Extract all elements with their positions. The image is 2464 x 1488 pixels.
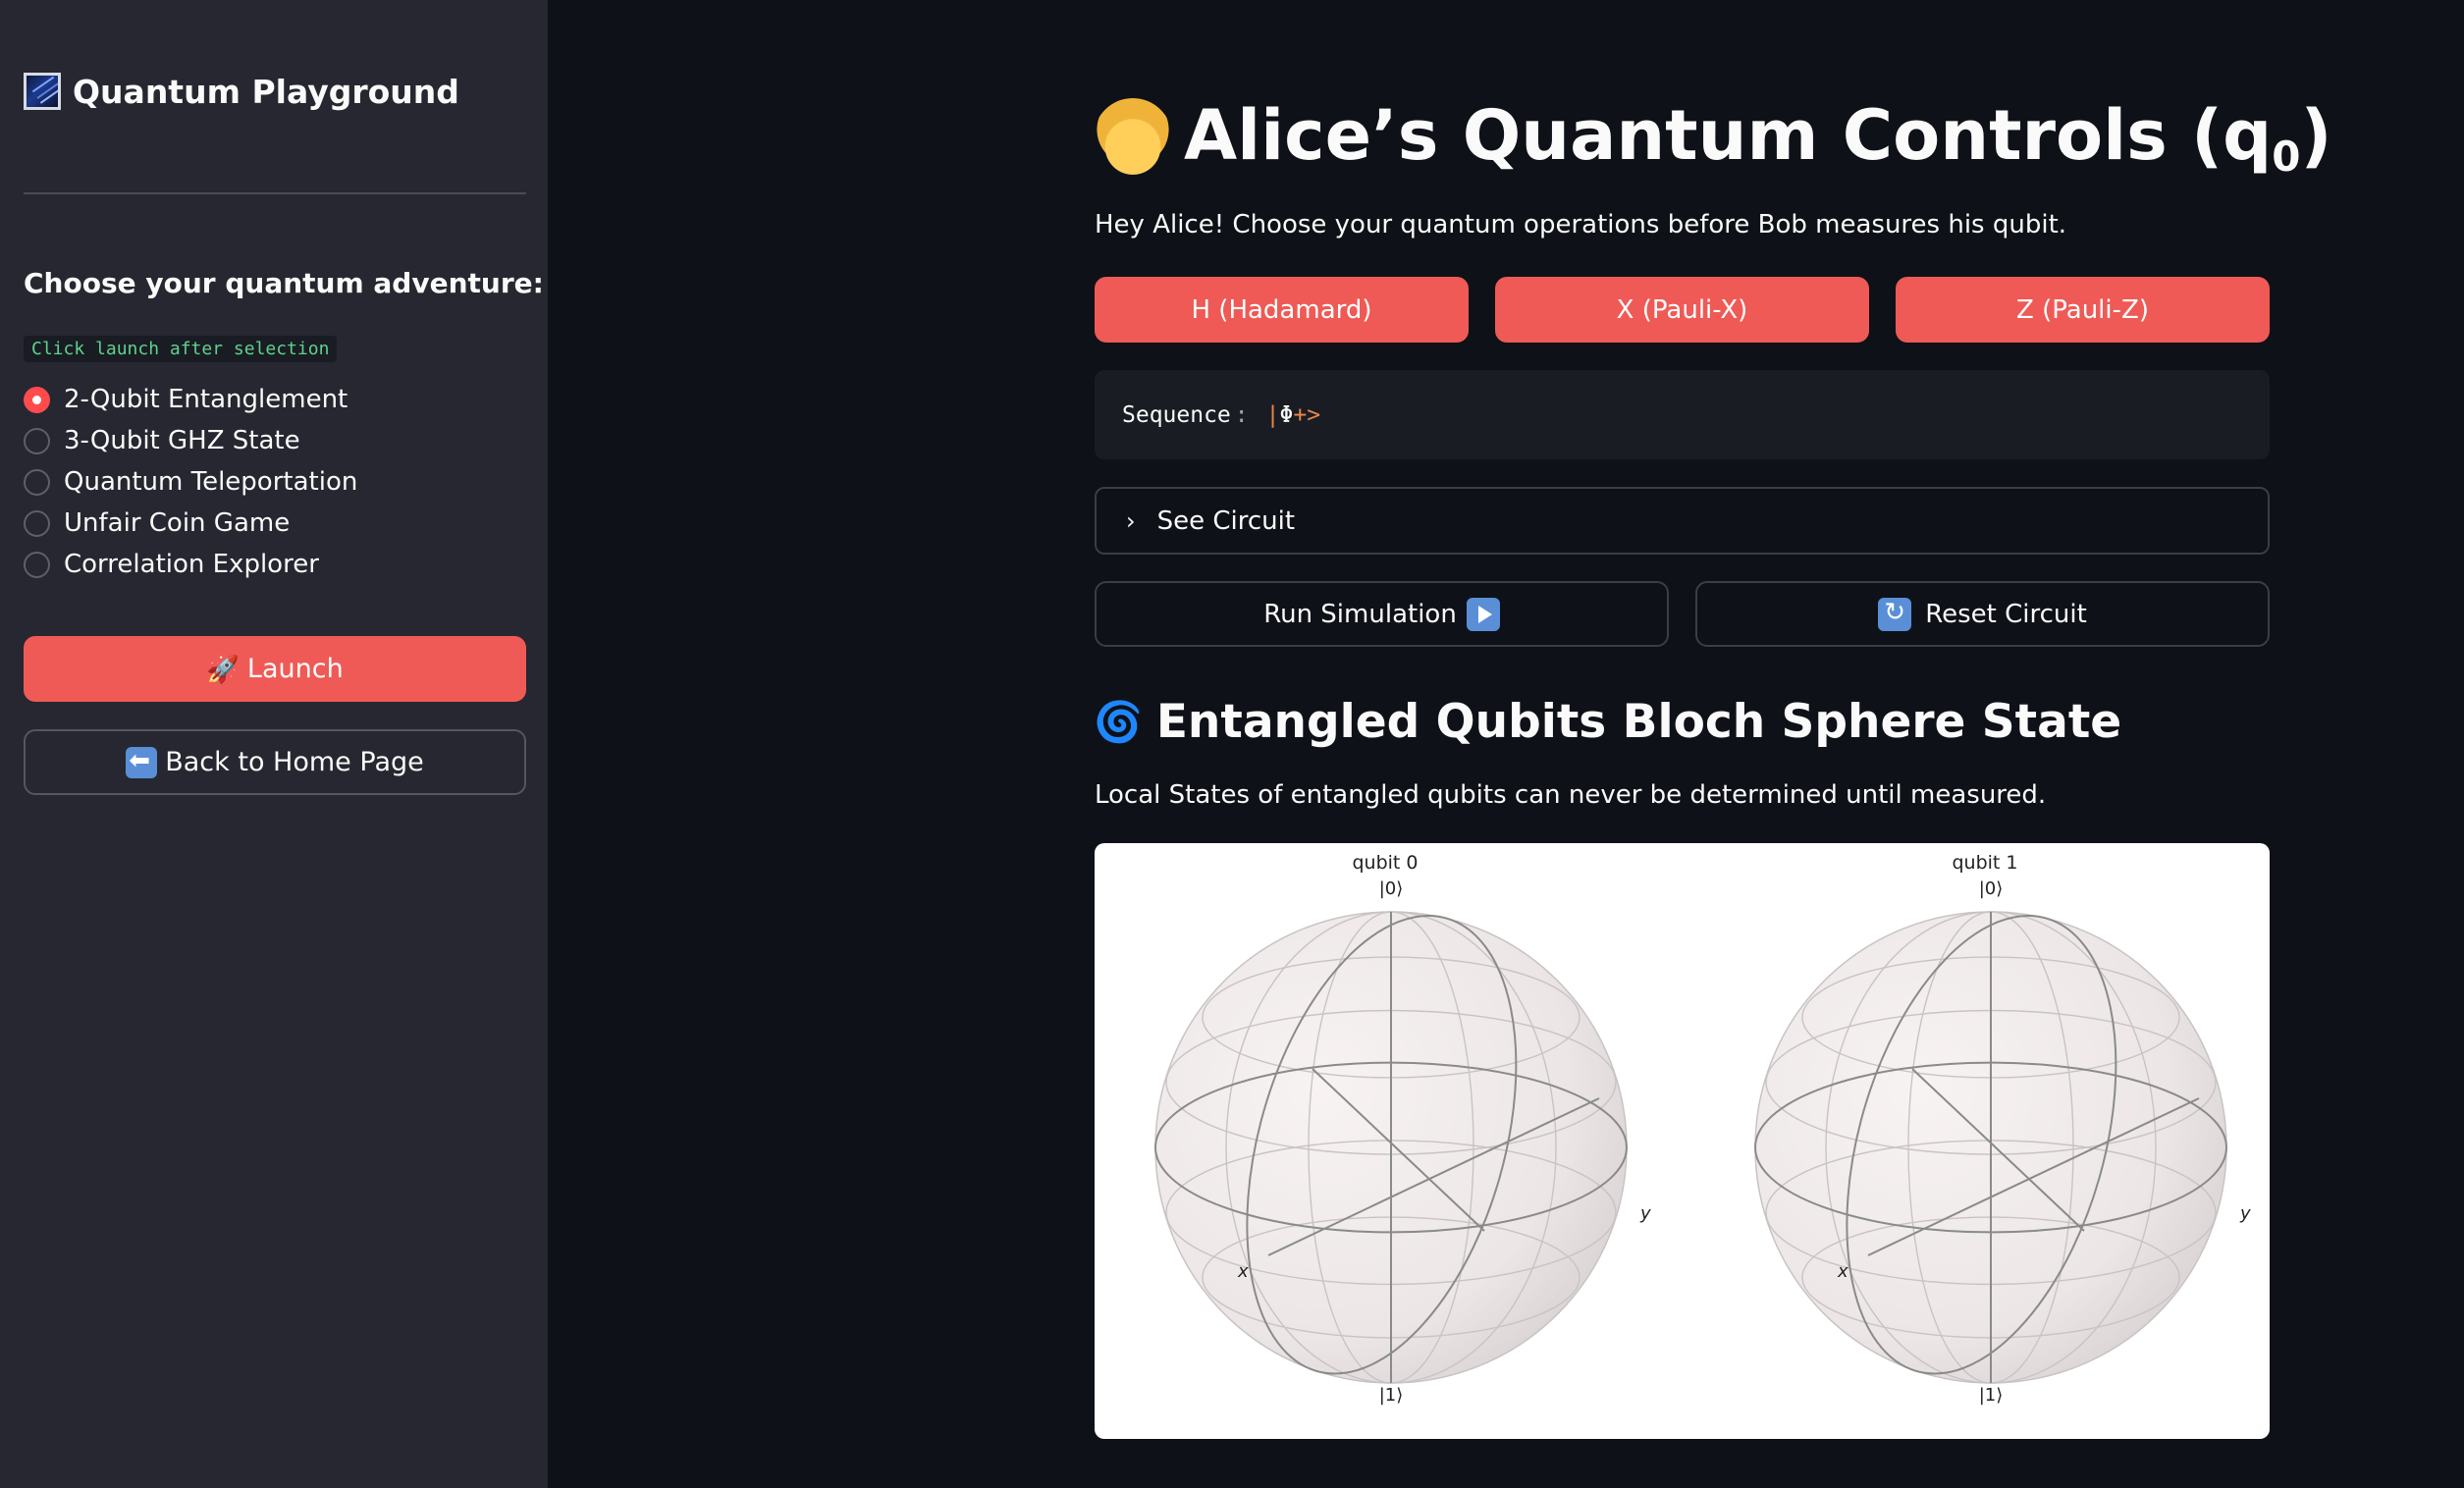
section-title: 🌀 Entangled Qubits Bloch Sphere State <box>1094 692 2121 751</box>
cyclone-icon: 🌀 <box>1094 699 1143 745</box>
sequence-colon: : <box>1234 401 1249 428</box>
radio-label: 3-Qubit GHZ State <box>64 426 300 455</box>
bloch-bottom-label: |1⟩ <box>1379 1385 1404 1406</box>
bloch-bottom-label: |1⟩ <box>1979 1385 2004 1406</box>
app-title-text: Quantum Playground <box>73 72 459 111</box>
radio-label: Quantum Teleportation <box>64 467 358 497</box>
section-title-text: Entangled Qubits Bloch Sphere State <box>1155 694 2122 749</box>
launch-button-label: Launch <box>246 654 344 684</box>
section-description: Local States of entangled qubits can nev… <box>1095 780 2047 810</box>
radio-option-quantum-teleportation[interactable]: Quantum Teleportation <box>24 461 357 503</box>
title-close: ) <box>2300 94 2332 176</box>
run-simulation-label: Run Simulation <box>1263 599 1457 629</box>
title-main: Alice’s Quantum Controls (q <box>1184 94 2273 176</box>
hadamard-gate-button[interactable]: H (Hadamard) <box>1095 277 1469 343</box>
app-logo-icon <box>24 73 61 110</box>
radio-unchecked-icon[interactable] <box>24 551 50 578</box>
app-title: Quantum Playground <box>24 69 459 114</box>
left-arrow-icon <box>126 746 158 778</box>
see-circuit-expander[interactable]: › See Circuit <box>1095 487 2270 555</box>
bloch-x-label: x <box>1237 1261 1249 1282</box>
play-icon <box>1466 597 1500 631</box>
title-subscript: 0 <box>2272 132 2301 181</box>
radio-option-correlation-explorer[interactable]: Correlation Explorer <box>24 544 357 585</box>
sidebar-divider <box>24 192 526 194</box>
bloch-top-label: |0⟩ <box>1379 878 1404 899</box>
sidebar: Quantum Playground Choose your quantum a… <box>0 0 548 1488</box>
sequence-phi: Φ <box>1279 401 1294 428</box>
pauli-z-gate-button[interactable]: Z (Pauli-Z) <box>1896 277 2270 343</box>
sequence-display: Sequence: |Φ+> <box>1095 370 2270 459</box>
sequence-value: |Φ+> <box>1266 402 1320 428</box>
radio-checked-icon[interactable] <box>24 386 50 413</box>
page-title-text: Alice’s Quantum Controls (q0) <box>1184 95 2332 181</box>
launch-button[interactable]: 🚀 Launch <box>24 636 526 702</box>
person-icon <box>1094 98 1172 177</box>
radio-label: Correlation Explorer <box>64 550 319 579</box>
bloch-sphere-canvas: qubit 0 |0⟩ |1⟩ x y qubit 1 |0⟩ |1⟩ x y <box>1154 852 2251 1406</box>
reset-circuit-label: Reset Circuit <box>1925 599 2087 629</box>
reset-circuit-button[interactable]: Reset Circuit <box>1695 581 2270 647</box>
bloch-title: qubit 0 <box>1352 852 1418 874</box>
bloch-top-label: |0⟩ <box>1979 878 2004 899</box>
radio-option-unfair-coin-game[interactable]: Unfair Coin Game <box>24 503 357 544</box>
refresh-icon <box>1878 597 1912 631</box>
sequence-label: Sequence <box>1122 401 1231 428</box>
bloch-x-label: x <box>1837 1261 1848 1282</box>
launch-hint: Click launch after selection <box>24 336 338 362</box>
radio-option-2-qubit-entanglement[interactable]: 2-Qubit Entanglement <box>24 379 357 420</box>
page-title: Alice’s Quantum Controls (q0) <box>1094 88 2332 186</box>
radio-unchecked-icon[interactable] <box>24 468 50 496</box>
adventure-radio-group: 2-Qubit Entanglement 3-Qubit GHZ State Q… <box>24 379 357 585</box>
sequence-ket-tail: +> <box>1293 401 1321 428</box>
radio-label: 2-Qubit Entanglement <box>64 385 348 414</box>
radio-label: Unfair Coin Game <box>64 508 291 538</box>
rocket-icon: 🚀 <box>206 654 240 685</box>
sequence-ket-bar: | <box>1265 401 1280 428</box>
radio-unchecked-icon[interactable] <box>24 509 50 537</box>
adventure-heading: Choose your quantum adventure: <box>24 267 544 299</box>
bloch-title: qubit 1 <box>1952 852 2017 874</box>
chevron-right-icon: › <box>1126 506 1136 535</box>
see-circuit-label: See Circuit <box>1156 505 1296 536</box>
bloch-sphere-plot: qubit 0 |0⟩ |1⟩ x y qubit 1 |0⟩ |1⟩ x y <box>1095 843 2270 1439</box>
run-simulation-button[interactable]: Run Simulation <box>1095 581 1669 647</box>
pauli-x-gate-button[interactable]: X (Pauli-X) <box>1495 277 1869 343</box>
intro-text: Hey Alice! Choose your quantum operation… <box>1095 210 2067 239</box>
bloch-y-label: y <box>1639 1203 1651 1224</box>
radio-option-3-qubit-ghz[interactable]: 3-Qubit GHZ State <box>24 420 357 461</box>
back-home-label: Back to Home Page <box>165 747 424 777</box>
back-home-button[interactable]: Back to Home Page <box>24 729 526 795</box>
radio-unchecked-icon[interactable] <box>24 427 50 454</box>
bloch-y-label: y <box>2239 1203 2251 1224</box>
